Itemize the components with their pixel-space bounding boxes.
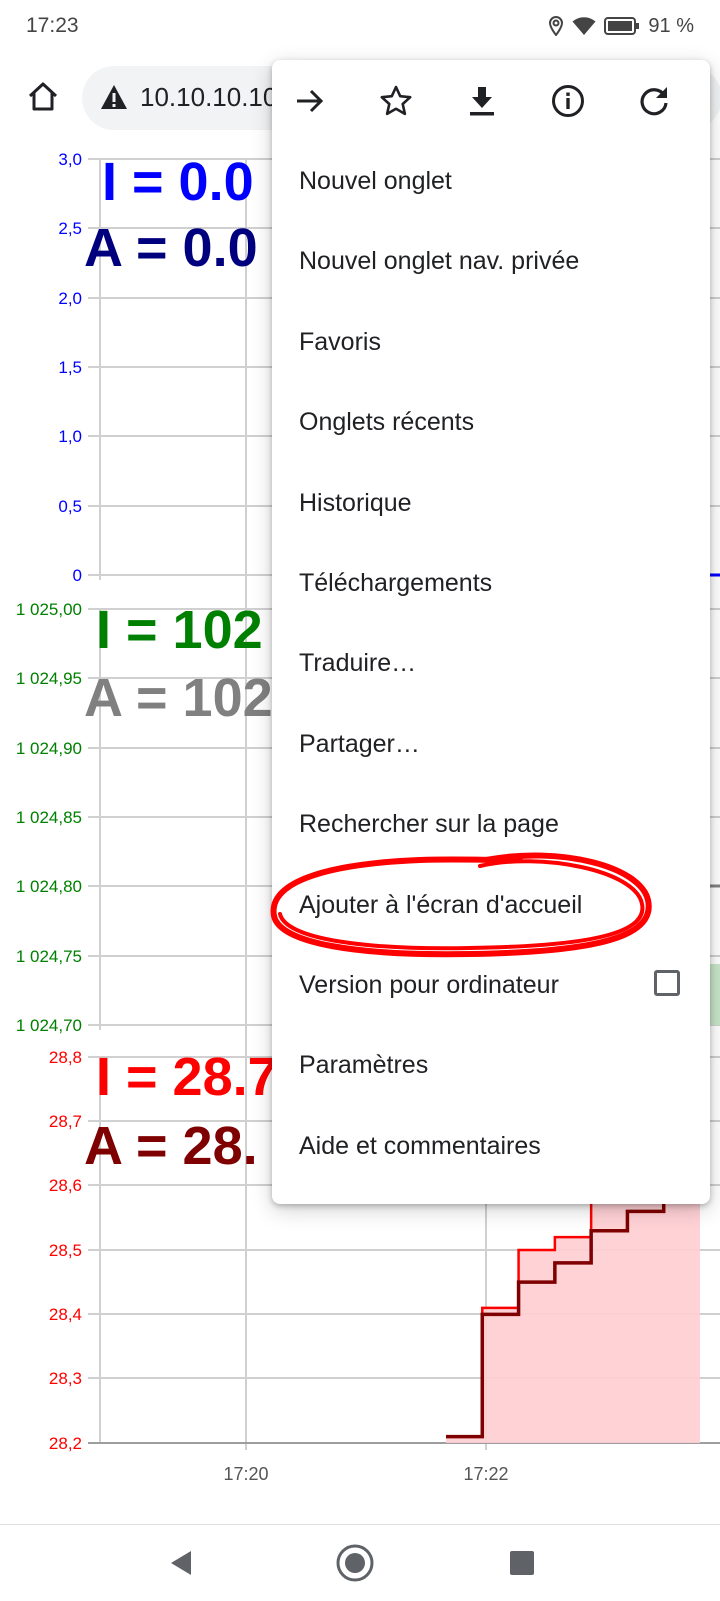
chart3-xticks: 17:20 17:22 (223, 1464, 508, 1484)
menu-item-help-feedback[interactable]: Aide et commentaires (272, 1105, 710, 1187)
chart1-yticks: 3,0 2,5 2,0 1,5 1,0 0,5 0 (58, 150, 82, 585)
warning-icon[interactable] (100, 84, 128, 110)
page-info-button[interactable] (546, 79, 590, 123)
star-icon (380, 85, 412, 116)
battery-icon (604, 17, 640, 35)
chart3-ytick: 28,4 (49, 1305, 82, 1324)
chart2-average-label: A = 102 (84, 668, 273, 728)
menu-item-bookmarks[interactable]: Favoris (272, 301, 710, 383)
home-icon (28, 82, 58, 111)
overflow-menu: Nouvel onglet Nouvel onglet nav. privée … (272, 60, 710, 1204)
desktop-site-checkbox[interactable] (654, 970, 680, 996)
chart2-ytick: 1 024,75 (16, 947, 82, 966)
chart3-ytick: 28,8 (49, 1048, 82, 1067)
chart2-ytick: 1 024,70 (16, 1016, 82, 1035)
download-icon (470, 87, 494, 116)
chart1-ytick: 0,5 (58, 497, 82, 516)
menu-icon-row (272, 60, 710, 142)
chart3-yticks: 28,8 28,7 28,6 28,5 28,4 28,3 28,2 (49, 1048, 82, 1453)
chart3-current-label: I = 28.7 (96, 1047, 278, 1107)
home-circle-icon (336, 1544, 374, 1582)
chart2-area (710, 964, 720, 1025)
url-text[interactable]: 10.10.10.10 (140, 82, 277, 113)
bookmark-button[interactable] (374, 79, 418, 123)
chart3-average-label: A = 28. (84, 1116, 258, 1176)
system-nav-bar (0, 1524, 720, 1601)
chart1-ytick: 1,0 (58, 427, 82, 446)
status-bar: 17:23 91 % (0, 0, 720, 52)
chart3-ytick: 28,7 (49, 1112, 82, 1131)
menu-item-downloads[interactable]: Téléchargements (272, 542, 710, 624)
forward-icon (297, 89, 324, 113)
back-icon (171, 1551, 191, 1575)
battery-percent: 91 % (648, 14, 694, 37)
home-button[interactable] (18, 72, 68, 122)
back-button[interactable] (160, 1541, 204, 1585)
menu-item-add-to-home-screen[interactable]: Ajouter à l'écran d'accueil (272, 864, 710, 946)
menu-item-new-tab[interactable]: Nouvel onglet (272, 140, 710, 222)
chart2-yticks: 1 025,00 1 024,95 1 024,90 1 024,85 1 02… (16, 600, 82, 1035)
menu-item-recent-tabs[interactable]: Onglets récents (272, 381, 710, 463)
refresh-icon (640, 87, 668, 116)
chart1-current-label: I = 0.0 (102, 152, 254, 212)
forward-button[interactable] (288, 79, 332, 123)
chart2-ytick: 1 024,85 (16, 808, 82, 827)
chart1-ytick: 2,0 (58, 289, 82, 308)
chart2-ytick: 1 025,00 (16, 600, 82, 619)
status-time: 17:23 (26, 14, 79, 37)
menu-item-desktop-site[interactable]: Version pour ordinateur (272, 944, 710, 1026)
info-icon (552, 85, 584, 117)
status-icons: 91 % (548, 14, 694, 38)
wifi-icon (572, 16, 596, 36)
chart3-xtick: 17:20 (223, 1464, 268, 1484)
menu-item-desktop-site-label: Version pour ordinateur (299, 970, 559, 999)
menu-item-share[interactable]: Partager… (272, 703, 710, 785)
chart2-ytick: 1 024,95 (16, 669, 82, 688)
menu-item-history[interactable]: Historique (272, 462, 710, 544)
menu-item-translate[interactable]: Traduire… (272, 622, 710, 704)
chart2-current-label: I = 102 (96, 600, 263, 660)
chart3-ytick: 28,3 (49, 1369, 82, 1388)
chart3-ytick: 28,5 (49, 1241, 82, 1260)
download-button[interactable] (460, 79, 504, 123)
chart3-ytick: 28,6 (49, 1176, 82, 1195)
home-nav-button[interactable] (333, 1541, 377, 1585)
menu-item-settings[interactable]: Paramètres (272, 1024, 710, 1106)
reload-button[interactable] (632, 79, 676, 123)
recents-button[interactable] (500, 1541, 544, 1585)
chart1-ytick: 3,0 (58, 150, 82, 169)
chart1-average-label: A = 0.0 (84, 218, 258, 278)
chart1-ytick: 1,5 (58, 358, 82, 377)
chart2-ytick: 1 024,80 (16, 877, 82, 896)
menu-item-new-incognito-tab[interactable]: Nouvel onglet nav. privée (272, 220, 710, 302)
chart2-ytick: 1 024,90 (16, 739, 82, 758)
chart1-ytick: 2,5 (58, 219, 82, 238)
chart3-xtick: 17:22 (463, 1464, 508, 1484)
menu-item-find-in-page[interactable]: Rechercher sur la page (272, 783, 710, 865)
chart3-ytick: 28,2 (49, 1434, 82, 1453)
recents-icon (510, 1551, 534, 1575)
location-icon (548, 16, 564, 36)
chart1-ytick: 0 (73, 566, 82, 585)
